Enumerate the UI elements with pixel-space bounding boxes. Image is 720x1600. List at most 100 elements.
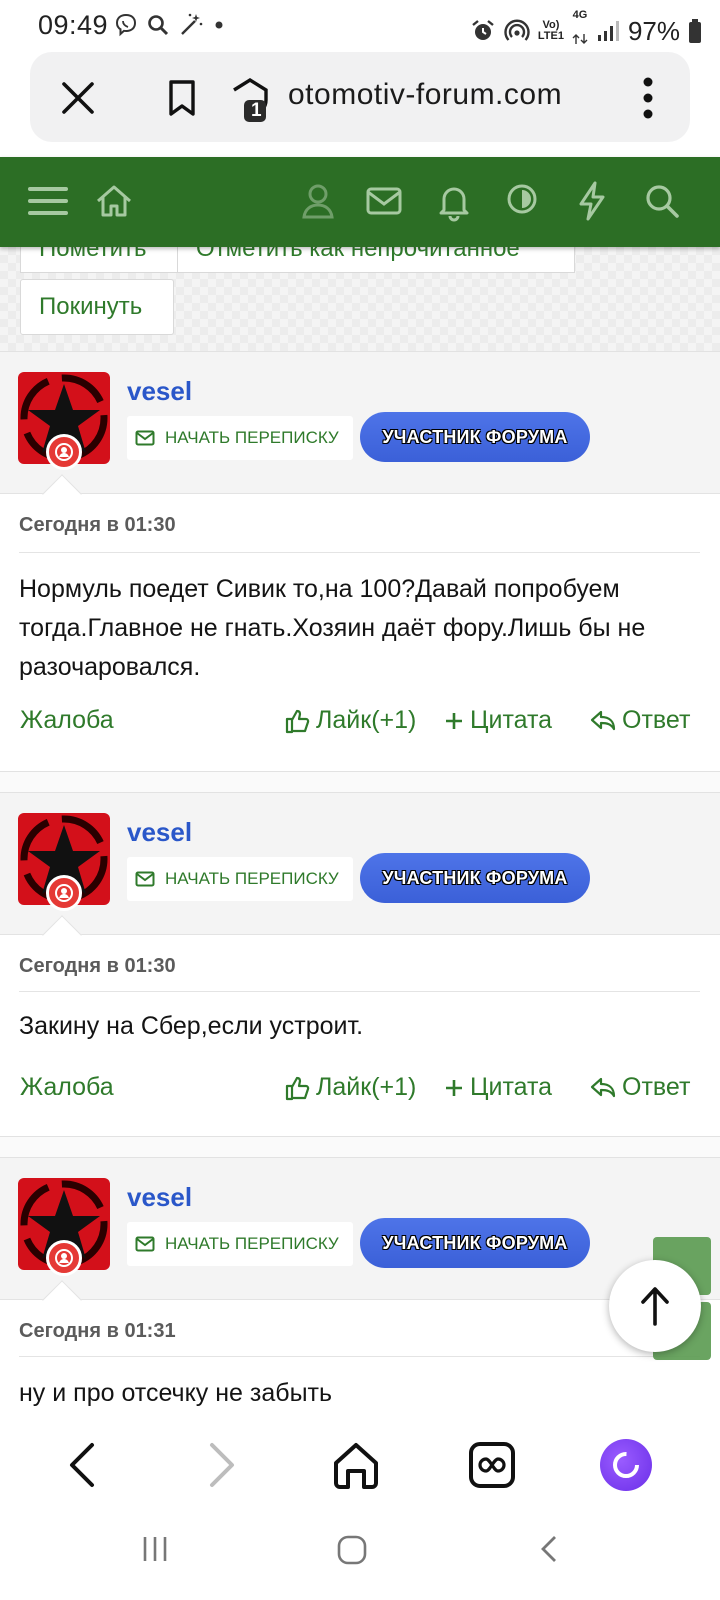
divider [19,991,700,992]
browser-toolbar [0,1417,720,1512]
envelope-icon [135,871,155,887]
post-date[interactable]: Сегодня в 01:31 [19,1320,176,1343]
alice-assistant-button[interactable] [600,1439,652,1491]
status-bar: 09:49 Vo) LTE1 4G 97% [0,0,720,50]
arrow-up-icon [641,1287,669,1326]
envelope-icon [135,1236,155,1252]
post: vesel НАЧАТЬ ПЕРЕПИСКУ УЧАСТНИК ФОРУМА С… [0,351,720,772]
system-status-icons: Vo) LTE1 4G 97% [470,10,702,52]
plus-icon [446,712,462,729]
post-body: ну и про отсечку не забыть [19,1379,333,1407]
dot-icon [215,21,223,29]
post-body: Закину на Сбер,если устроит. [19,1012,364,1040]
home-button-icon[interactable] [336,1534,368,1566]
mail-icon[interactable] [362,179,406,223]
url-text[interactable]: otomotiv-forum.com [288,78,562,112]
post-header: vesel НАЧАТЬ ПЕРЕПИСКУ УЧАСТНИК ФОРУМА [0,1158,720,1320]
username[interactable]: vesel [127,817,192,848]
role-badge: УЧАСТНИК ФОРУМА [360,853,590,903]
site-tabs-button[interactable]: 1 [226,76,274,124]
post-date[interactable]: Сегодня в 01:30 [19,514,176,537]
shield-icon [233,77,268,122]
tab-count: 1 [251,100,262,121]
start-conversation-button[interactable]: НАЧАТЬ ПЕРЕПИСКУ [127,416,353,460]
mark-unread-button[interactable]: Отметить как непрочитанное [177,247,575,273]
start-conversation-button[interactable]: НАЧАТЬ ПЕРЕПИСКУ [127,857,353,901]
alarm-icon [472,20,494,40]
battery-icon [689,19,701,43]
header-notch [42,474,82,514]
post-header: vesel НАЧАТЬ ПЕРЕПИСКУ УЧАСТНИК ФОРУМА [0,793,720,955]
forward-arrow-icon[interactable] [194,1439,246,1491]
address-bar[interactable]: 1 otomotiv-forum.com [30,52,690,142]
post-header: vesel НАЧАТЬ ПЕРЕПИСКУ УЧАСТНИК ФОРУМА [0,352,720,514]
like-button[interactable]: Лайк(+1) [284,1073,416,1102]
online-status-icon [46,1240,82,1276]
post-actions: Жалоба Лайк(+1) Цитата Ответ [0,706,720,746]
reply-button[interactable]: Ответ [590,706,690,735]
search-icon[interactable] [640,179,684,223]
volte-indicator: Vo) LTE1 [537,19,564,42]
battery-percent: 97% [627,15,680,46]
back-arrow-icon[interactable] [58,1439,110,1491]
quote-button[interactable]: Цитата [444,706,552,735]
network-indicator: 4G [572,10,588,52]
user-icon[interactable] [296,179,340,223]
start-conversation-button[interactable]: НАЧАТЬ ПЕРЕПИСКУ [127,1222,353,1266]
back-button-icon[interactable] [538,1534,562,1564]
post: vesel НАЧАТЬ ПЕРЕПИСКУ УЧАСТНИК ФОРУМА С… [0,792,720,1137]
role-badge: УЧАСТНИК ФОРУМА [360,412,590,462]
post-actions: Жалоба Лайк(+1) Цитата Ответ [0,1073,720,1113]
alice-icon [613,1452,639,1478]
signal-icon [597,21,619,41]
report-link[interactable]: Жалоба [20,1073,114,1102]
thumbs-up-icon [285,1076,310,1100]
recent-apps-icon[interactable] [140,1534,170,1564]
home-icon[interactable] [92,179,136,223]
status-time: 09:49 [38,10,109,40]
reply-arrow-icon [590,710,616,730]
viber-icon [115,13,137,37]
notification-icons [114,12,226,38]
browser-address-area: 1 otomotiv-forum.com [0,50,720,157]
hamburger-menu-icon[interactable] [26,179,70,223]
hotspot-icon [504,19,530,41]
leave-thread-button[interactable]: Покинуть [20,279,174,335]
system-navigation-bar [0,1512,720,1600]
header-notch [42,1280,82,1320]
magic-wand-icon [181,13,203,35]
more-menu-icon[interactable] [636,74,660,122]
like-button[interactable]: Лайк(+1) [284,706,416,735]
scroll-to-top-button[interactable] [609,1260,701,1352]
username[interactable]: vesel [127,1182,192,1213]
username[interactable]: vesel [127,376,192,407]
post-date[interactable]: Сегодня в 01:30 [19,955,176,978]
header-notch [42,915,82,955]
post-body: Нормуль поедет Сивик то,на 100?Давай поп… [19,575,646,681]
close-icon[interactable] [56,76,100,120]
envelope-icon [135,430,155,446]
data-arrows-icon [572,34,588,44]
reply-arrow-icon [590,1077,616,1097]
thread-content: Пометить Отметить как непрочитанное Поки… [0,247,720,1417]
online-status-icon [46,875,82,911]
plus-icon [446,1079,462,1096]
divider [19,552,700,553]
thumbs-up-icon [285,709,310,733]
theme-toggle-icon[interactable] [500,179,544,223]
tabs-icon[interactable] [466,1439,518,1491]
reply-button[interactable]: Ответ [590,1073,690,1102]
home-icon[interactable] [330,1439,382,1491]
divider [19,1356,700,1357]
online-status-icon [46,434,82,470]
thread-actions-area: Пометить Отметить как непрочитанное Поки… [0,247,720,357]
quote-button[interactable]: Цитата [444,1073,552,1102]
search-notification-icon [148,15,169,36]
lightning-icon[interactable] [570,179,614,223]
report-link[interactable]: Жалоба [20,706,114,735]
mark-button[interactable]: Пометить [20,247,178,273]
role-badge: УЧАСТНИК ФОРУМА [360,1218,590,1268]
bell-icon[interactable] [432,179,476,223]
bookmark-icon[interactable] [162,78,202,118]
forum-navbar [0,157,720,247]
